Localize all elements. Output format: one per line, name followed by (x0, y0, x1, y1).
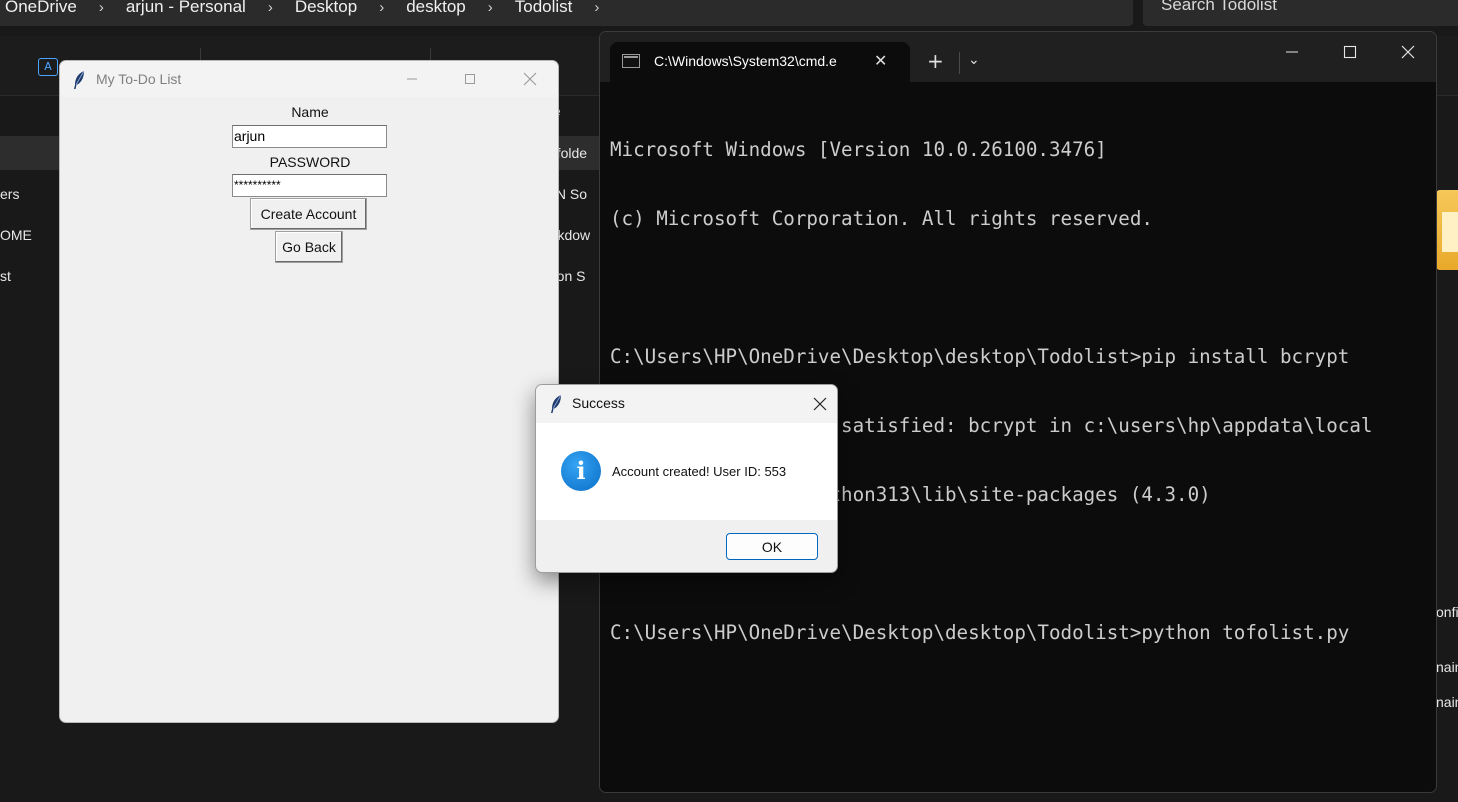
breadcrumb: › OneDrive › arjun - Personal › Desktop … (0, 0, 621, 20)
create-account-button[interactable]: Create Account (250, 198, 367, 230)
nav-item[interactable]: OME (0, 227, 32, 243)
breadcrumb-onedrive[interactable]: OneDrive (5, 0, 77, 17)
close-icon (813, 397, 827, 411)
terminal-line: Microsoft Windows [Version 10.0.26100.34… (610, 138, 1107, 161)
folder-icon (1436, 190, 1458, 270)
window-titlebar[interactable]: My To-Do List (60, 61, 558, 97)
close-button[interactable] (1385, 34, 1431, 70)
tk-feather-icon (74, 70, 85, 89)
cmd-icon (622, 54, 640, 68)
minimize-icon (407, 78, 417, 80)
close-icon (523, 72, 537, 86)
chevron-right-icon[interactable]: › (379, 0, 384, 16)
dialog-message: Account created! User ID: 553 (612, 464, 787, 479)
tab-title: C:\Windows\System32\cmd.e (654, 53, 837, 69)
chevron-right-icon[interactable]: › (99, 0, 104, 16)
terminal-line: C:\Users\HP\OneDrive\Desktop\desktop\Tod… (610, 621, 1350, 644)
nav-item[interactable]: st (0, 268, 11, 284)
password-label: PASSWORD (269, 154, 351, 170)
file-name-cell[interactable]: nain (1436, 659, 1458, 675)
maximize-button[interactable] (447, 61, 493, 97)
minimize-button[interactable] (389, 61, 435, 97)
name-label: Name (291, 104, 329, 120)
breadcrumb-desktop[interactable]: Desktop (295, 0, 357, 17)
dialog-titlebar[interactable]: Success (536, 385, 837, 423)
name-field[interactable]: arjun (232, 125, 387, 148)
terminal-line: C:\Users\HP\OneDrive\Desktop\desktop\Tod… (610, 345, 1350, 368)
search-placeholder: Search Todolist (1161, 0, 1277, 14)
maximize-button[interactable] (1327, 34, 1373, 70)
success-dialog: Success i Account created! User ID: 553 … (535, 384, 838, 573)
ok-button[interactable]: OK (726, 533, 818, 560)
new-tab-icon[interactable]: + (927, 49, 944, 73)
terminal-line: (c) Microsoft Corporation. All rights re… (610, 207, 1153, 230)
todo-app-window: My To-Do List Name arjun PASSWORD ******… (59, 60, 559, 723)
tab-divider (959, 52, 960, 74)
close-icon (1401, 45, 1415, 59)
address-bar[interactable]: › OneDrive › arjun - Personal › Desktop … (0, 0, 1133, 26)
minimize-icon (1286, 51, 1298, 53)
chevron-right-icon[interactable]: › (594, 0, 599, 16)
translate-icon[interactable]: A (38, 58, 58, 76)
chevron-down-icon[interactable]: ⌄ (968, 52, 980, 68)
file-name-cell[interactable]: nain (1436, 694, 1458, 710)
dialog-title: Success (572, 395, 625, 411)
tk-feather-icon (551, 394, 562, 413)
info-icon: i (561, 451, 601, 491)
maximize-icon (465, 74, 475, 84)
search-input[interactable]: Search Todolist (1143, 0, 1458, 26)
nav-item[interactable]: ers (0, 186, 19, 202)
breadcrumb-desktop-folder[interactable]: desktop (406, 0, 466, 17)
terminal-tab[interactable]: C:\Windows\System32\cmd.e ✕ (610, 42, 910, 82)
chevron-right-icon[interactable]: › (268, 0, 273, 16)
file-name-cell[interactable]: onfig (1436, 604, 1458, 620)
minimize-button[interactable] (1269, 34, 1315, 70)
close-button[interactable] (507, 61, 553, 97)
maximize-icon (1343, 45, 1357, 59)
window-title: My To-Do List (96, 71, 182, 87)
breadcrumb-todolist[interactable]: Todolist (515, 0, 573, 17)
go-back-button[interactable]: Go Back (275, 231, 343, 263)
nav-item-selected[interactable] (0, 136, 60, 170)
chevron-right-icon[interactable]: › (488, 0, 493, 16)
dialog-close-button[interactable] (801, 385, 837, 423)
dialog-body: i Account created! User ID: 553 (536, 423, 837, 520)
tab-close-icon[interactable]: ✕ (874, 51, 887, 70)
terminal-titlebar[interactable]: C:\Windows\System32\cmd.e ✕ + ⌄ (600, 32, 1436, 82)
breadcrumb-arjun-personal[interactable]: arjun - Personal (126, 0, 246, 17)
password-field[interactable]: ********** (232, 174, 387, 197)
